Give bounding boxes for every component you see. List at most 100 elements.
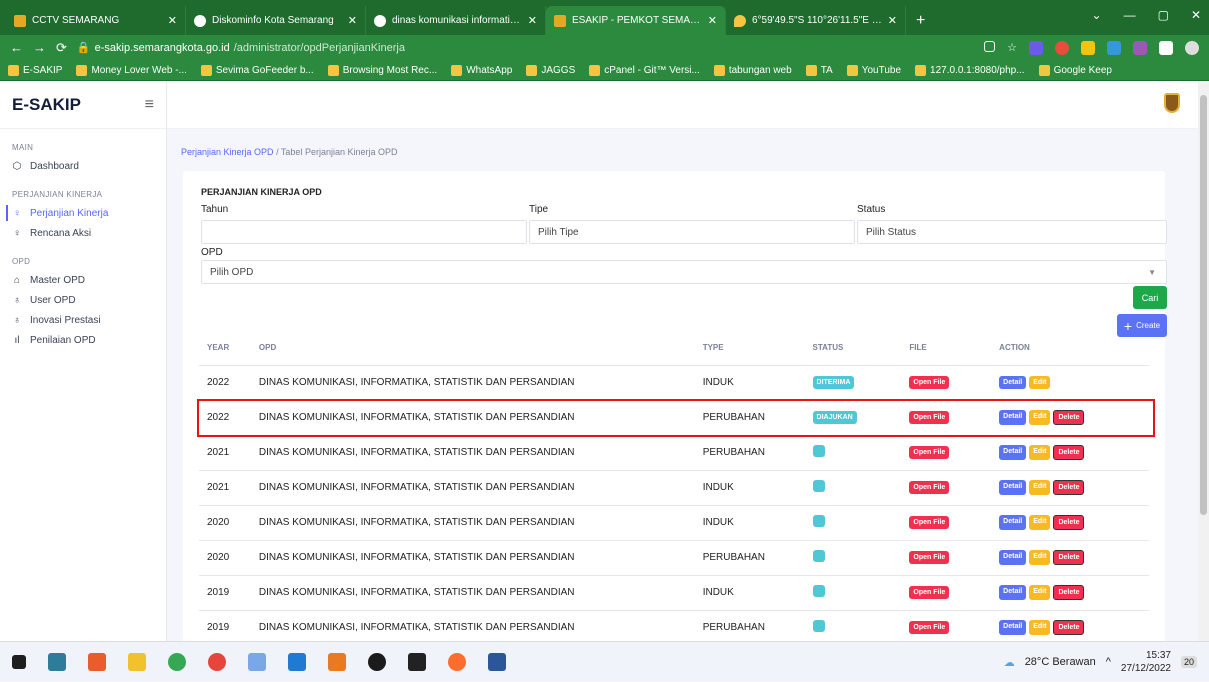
detail-button[interactable]: Detail <box>999 550 1027 565</box>
edit-button[interactable]: Edit <box>1029 445 1051 460</box>
close-icon[interactable]: ✕ <box>888 14 897 27</box>
delete-button[interactable]: Delete <box>1053 410 1085 425</box>
city-emblem-icon[interactable] <box>1164 93 1180 113</box>
profile-avatar-icon[interactable] <box>1185 40 1199 55</box>
minimize-icon[interactable]: — <box>1124 8 1136 22</box>
scrollbar-thumb[interactable] <box>1200 95 1207 515</box>
close-window-icon[interactable]: ✕ <box>1191 8 1201 22</box>
browser-tab[interactable]: dinas komunikasi informatika sta ✕ <box>366 6 546 35</box>
sidebar-item[interactable]: ♁ User OPD <box>0 290 166 310</box>
tipe-select[interactable]: Pilih Tipe <box>529 220 855 244</box>
sidebar-item[interactable]: ♁ Inovasi Prestasi <box>0 310 166 330</box>
taskbar-app-icon[interactable] <box>328 652 346 671</box>
weather-text[interactable]: 28°C Berawan <box>1025 656 1096 668</box>
file-explorer-icon[interactable] <box>128 652 146 671</box>
edit-button[interactable]: Edit <box>1029 480 1051 495</box>
browser-tab[interactable]: 6°59'49.5"S 110°26'11.5"E - Goog ✕ <box>726 6 906 35</box>
delete-button[interactable]: Delete <box>1053 515 1085 530</box>
taskbar-app-icon[interactable] <box>48 652 66 671</box>
bookmark-item[interactable]: Money Lover Web -... <box>76 64 187 76</box>
edit-button[interactable]: Edit <box>1029 376 1051 389</box>
chevron-down-icon[interactable]: ⌄ <box>1092 8 1102 22</box>
delete-button[interactable]: Delete <box>1053 480 1085 495</box>
delete-button[interactable]: Delete <box>1053 550 1085 565</box>
forward-arrow-icon[interactable]: → <box>33 40 46 55</box>
detail-button[interactable]: Detail <box>999 480 1027 495</box>
close-icon[interactable]: ✕ <box>528 14 537 27</box>
bookmark-item[interactable]: Google Keep <box>1038 64 1112 76</box>
browser-tab[interactable]: ESAKIP - PEMKOT SEMARANG ✕ <box>546 6 726 35</box>
open-file-button[interactable]: Open File <box>909 551 950 564</box>
detail-button[interactable]: Detail <box>999 410 1027 425</box>
bookmark-item[interactable]: cPanel - Git™ Versi... <box>589 64 700 76</box>
windows-start-icon[interactable] <box>12 654 26 669</box>
new-tab-icon[interactable]: + <box>906 6 935 35</box>
share-icon[interactable] <box>984 40 996 52</box>
sidebar-item[interactable]: ıl Penilaian OPD <box>0 330 166 350</box>
taskbar-app-icon[interactable] <box>408 652 426 671</box>
sidebar-item[interactable]: ⬡ Dashboard <box>0 156 166 176</box>
browser-tab[interactable]: Diskominfo Kota Semarang ✕ <box>186 6 366 35</box>
extension-icon[interactable] <box>1133 40 1147 55</box>
browser-tab[interactable]: CCTV SEMARANG ✕ <box>6 6 186 35</box>
edit-button[interactable]: Edit <box>1029 410 1051 425</box>
open-file-button[interactable]: Open File <box>909 376 950 389</box>
extension-icon[interactable] <box>1107 40 1121 55</box>
brand-logo[interactable]: E-SAKIP <box>12 95 81 115</box>
reload-icon[interactable]: ⟳ <box>56 40 67 56</box>
detail-button[interactable]: Detail <box>999 515 1027 530</box>
extension-icon[interactable] <box>1055 40 1069 55</box>
opd-select[interactable]: Pilih OPD ▼ <box>201 260 1167 284</box>
extension-icon[interactable] <box>1029 40 1043 55</box>
open-file-button[interactable]: Open File <box>909 621 950 634</box>
back-arrow-icon[interactable]: ← <box>10 40 23 55</box>
bookmark-item[interactable]: 127.0.0.1:8080/php... <box>915 64 1025 76</box>
vscode-icon[interactable] <box>288 652 306 671</box>
cari-button[interactable]: Cari <box>1133 286 1167 309</box>
taskbar-app-icon[interactable] <box>368 652 386 671</box>
close-icon[interactable]: ✕ <box>708 14 717 27</box>
page-scrollbar[interactable] <box>1198 81 1209 641</box>
chevron-up-icon[interactable]: ^ <box>1106 656 1111 668</box>
open-file-button[interactable]: Open File <box>909 516 950 529</box>
edit-button[interactable]: Edit <box>1029 620 1051 635</box>
open-file-button[interactable]: Open File <box>909 446 950 459</box>
delete-button[interactable]: Delete <box>1053 620 1085 635</box>
delete-button[interactable]: Delete <box>1053 585 1085 600</box>
taskbar-app-icon[interactable] <box>88 652 106 671</box>
bookmark-item[interactable]: YouTube <box>846 64 901 76</box>
detail-button[interactable]: Detail <box>999 620 1027 635</box>
maximize-icon[interactable]: ▢ <box>1158 8 1169 22</box>
extension-icon[interactable] <box>1081 40 1095 55</box>
delete-button[interactable]: Delete <box>1053 445 1085 460</box>
bookmark-item[interactable]: Browsing Most Rec... <box>327 64 437 76</box>
bookmark-item[interactable]: tabungan web <box>713 64 792 76</box>
chrome-icon[interactable] <box>168 652 186 671</box>
bookmark-item[interactable]: TA <box>805 64 833 76</box>
close-icon[interactable]: ✕ <box>168 14 177 27</box>
sidebar-item[interactable]: ⌂ Master OPD <box>0 270 166 290</box>
bookmark-item[interactable]: WhatsApp <box>451 64 512 76</box>
edit-button[interactable]: Edit <box>1029 550 1051 565</box>
taskbar-app-icon[interactable] <box>248 652 266 671</box>
close-icon[interactable]: ✕ <box>348 14 357 27</box>
taskbar-app-icon[interactable] <box>448 652 466 671</box>
edit-button[interactable]: Edit <box>1029 515 1051 530</box>
bookmark-item[interactable]: Sevima GoFeeder b... <box>200 64 314 76</box>
edit-button[interactable]: Edit <box>1029 585 1051 600</box>
clock[interactable]: 15:37 27/12/2022 <box>1121 649 1171 675</box>
status-select[interactable]: Pilih Status <box>857 220 1167 244</box>
sidebar-item[interactable]: ♀ Perjanjian Kinerja <box>0 203 166 223</box>
open-file-button[interactable]: Open File <box>909 411 950 424</box>
detail-button[interactable]: Detail <box>999 445 1027 460</box>
sidebar-item[interactable]: ♀ Rencana Aksi <box>0 223 166 243</box>
puzzle-icon[interactable] <box>1159 40 1173 55</box>
url-field[interactable]: 🔒 e-sakip.semarangkota.go.id/administrat… <box>76 38 957 57</box>
chrome-profile-icon[interactable] <box>208 652 226 671</box>
detail-button[interactable]: Detail <box>999 585 1027 600</box>
notification-badge[interactable]: 20 <box>1180 656 1197 668</box>
open-file-button[interactable]: Open File <box>909 586 950 599</box>
hamburger-menu-icon[interactable]: ≡ <box>145 96 154 114</box>
tahun-input[interactable] <box>201 220 527 244</box>
word-icon[interactable] <box>488 652 506 671</box>
